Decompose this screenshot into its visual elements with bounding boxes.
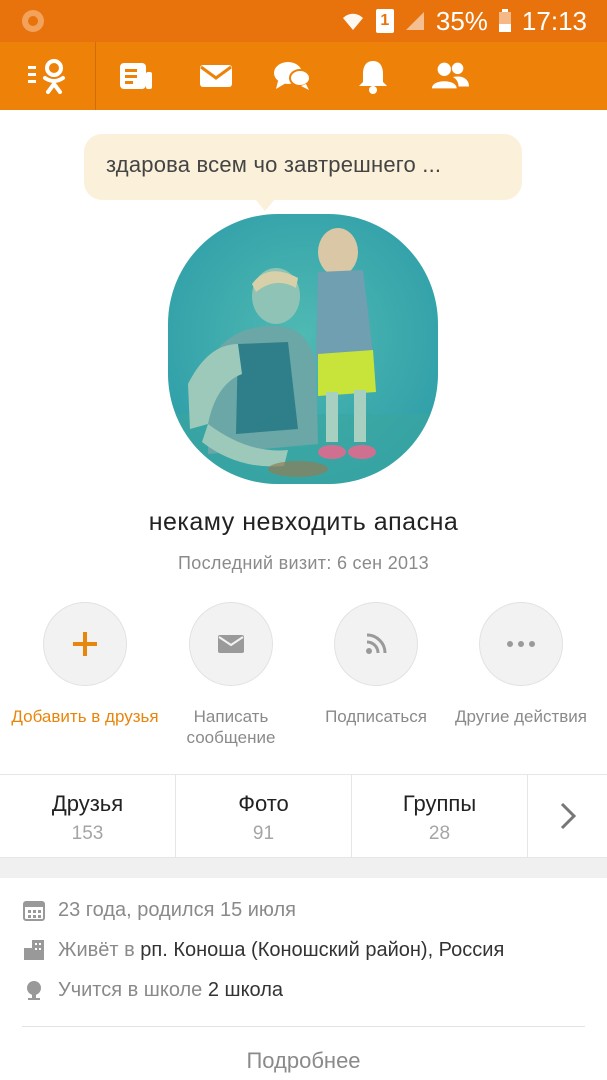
status-bar: 1 35% 17:13 <box>0 0 607 42</box>
subscribe-label: Подписаться <box>325 707 427 726</box>
battery-percent: 35% <box>435 5 488 36</box>
add-friend-circle[interactable] <box>43 602 127 686</box>
ok-logo-icon <box>27 59 65 94</box>
status-bubble-tail <box>255 199 275 211</box>
subscribe-circle[interactable] <box>334 602 418 686</box>
chevron-right-icon <box>560 802 576 830</box>
mail-icon <box>200 65 232 87</box>
more-dots-icon <box>507 641 535 647</box>
feed-icon <box>120 63 152 89</box>
clock: 17:13 <box>521 5 587 36</box>
tab-friends-label: Друзья <box>51 791 124 816</box>
info-location: Живёт в рп. Коноша (Коношский район), Ро… <box>22 935 504 965</box>
bell-icon <box>359 61 387 94</box>
lives-place-link[interactable]: рп. Коноша (Коношский район), Россия <box>140 939 504 962</box>
info-school: Учится в школе 2 школа <box>22 975 283 1005</box>
feed-button[interactable] <box>116 58 156 94</box>
avatar-photo <box>168 214 438 484</box>
lives-prefix: Живёт в <box>58 938 135 961</box>
profile-tabs: Друзья 153 Фото 91 Группы 28 <box>0 774 607 858</box>
status-bubble[interactable]: здарова всем чо завтрешнего ... <box>84 134 522 200</box>
sim-icon: 1 <box>375 9 394 33</box>
section-separator <box>0 858 607 878</box>
study-prefix: Учится в школе <box>58 978 203 1001</box>
add-friend-label: Добавить в друзья <box>11 707 159 726</box>
plus-icon <box>73 632 97 656</box>
status-text: здарова всем чо завтрешнего ... <box>106 152 442 177</box>
birthday-text: 23 года, родился 15 июля <box>58 898 296 921</box>
app-notification-icon <box>22 10 44 32</box>
school-link[interactable]: 2 школа <box>208 979 283 1002</box>
other-actions-circle[interactable] <box>479 602 563 686</box>
tab-photos-count: 91 <box>252 823 275 844</box>
discussions-button[interactable] <box>272 58 312 94</box>
chat-icon <box>274 62 311 90</box>
envelope-icon <box>218 635 244 653</box>
calendar-icon <box>22 898 46 922</box>
tab-friends[interactable]: Друзья 153 <box>0 775 176 857</box>
battery-icon <box>498 9 511 32</box>
guests-button[interactable] <box>430 58 470 94</box>
top-navigation <box>0 42 607 110</box>
tabs-next-button[interactable] <box>528 775 607 857</box>
notifications-button[interactable] <box>353 58 393 94</box>
friends-icon <box>431 62 470 89</box>
tab-groups-count: 28 <box>428 823 451 844</box>
school-icon <box>22 978 46 1002</box>
profile-avatar[interactable] <box>168 214 438 484</box>
menu-button[interactable] <box>0 42 96 110</box>
rss-icon <box>366 633 387 654</box>
tab-groups-label: Группы <box>402 791 477 816</box>
status-indicators: 1 35% 17:13 <box>340 6 587 36</box>
wifi-icon <box>342 13 363 30</box>
messages-button[interactable] <box>196 58 236 94</box>
profile-name: некаму невходить апасна <box>148 508 459 536</box>
other-actions-label: Другие действия <box>454 707 588 726</box>
send-message-circle[interactable] <box>189 602 273 686</box>
last-visit: Последний визит: 6 сен 2013 <box>178 553 429 573</box>
info-birthday: 23 года, родился 15 июля <box>22 895 296 925</box>
send-message-label: Написать сообщение <box>186 707 276 747</box>
more-details-link[interactable]: Подробнее <box>0 1048 607 1074</box>
info-divider <box>22 1026 585 1027</box>
tab-friends-count: 153 <box>71 823 104 844</box>
building-icon <box>22 938 46 962</box>
signal-icon <box>405 12 424 30</box>
tab-photos[interactable]: Фото 91 <box>176 775 352 857</box>
tab-groups[interactable]: Группы 28 <box>352 775 528 857</box>
tab-photos-label: Фото <box>238 791 289 816</box>
